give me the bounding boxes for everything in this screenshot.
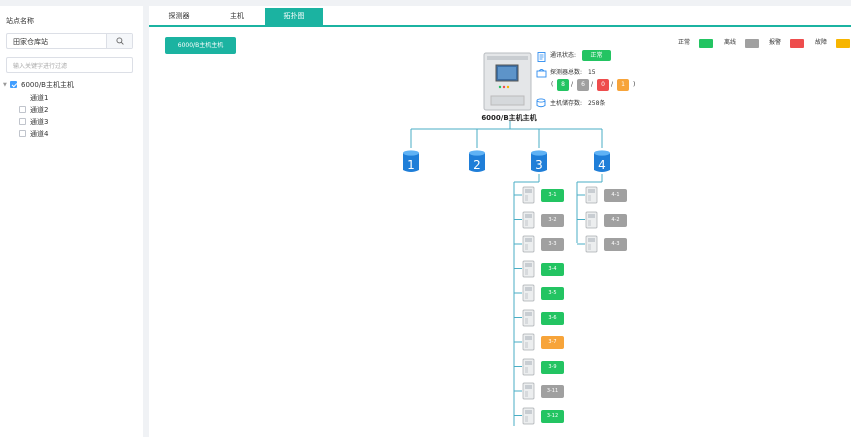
detector-node[interactable]: 3-6 <box>522 309 566 326</box>
detector-node[interactable]: 3-9 <box>522 358 566 375</box>
filter-input[interactable]: 输入关键字进行过滤 <box>6 57 133 73</box>
detector-device-icon <box>522 382 535 400</box>
detector-tag[interactable]: 4-2 <box>604 213 627 227</box>
search-icon <box>116 37 124 45</box>
detector-tag[interactable]: 3-12 <box>541 409 564 423</box>
channel-label: 3 <box>535 158 543 172</box>
channel-label: 4 <box>598 158 606 172</box>
detector-node[interactable]: 3-11 <box>522 382 566 400</box>
detector-node[interactable]: 3-7 <box>522 333 566 351</box>
detector-tag[interactable]: 3-4 <box>541 262 564 276</box>
detector-device-icon <box>585 186 598 204</box>
detector-device-icon <box>522 284 535 302</box>
station-select[interactable]: 田家仓库站 <box>6 33 133 49</box>
detector-node[interactable]: 3-1 <box>522 186 566 204</box>
tree-item-checkbox[interactable] <box>19 106 26 113</box>
left-panel: 站点名称 田家仓库站 输入关键字进行过滤 ▼ 6000/B主机主机 通道1 通道… <box>0 6 143 437</box>
detector-device-icon <box>585 211 598 228</box>
detector-tag[interactable]: 3-11 <box>541 385 564 398</box>
detector-tag[interactable]: 3-1 <box>541 189 564 202</box>
channel-3-icon[interactable]: 3 <box>531 150 547 172</box>
detector-device-icon <box>522 358 535 375</box>
channel-4-icon[interactable]: 4 <box>594 150 610 172</box>
tree-root-checkbox[interactable] <box>10 81 17 88</box>
detector-tag[interactable]: 3-7 <box>541 336 564 349</box>
tree-item-channel-1[interactable]: 通道1 <box>19 93 129 103</box>
channel-1-icon[interactable]: 1 <box>403 150 419 172</box>
detector-tag[interactable]: 3-3 <box>541 238 564 251</box>
tree-item-label: 通道3 <box>30 118 49 126</box>
topology-diagram: 1 2 3 4 <box>403 121 610 426</box>
station-search-button[interactable] <box>106 34 132 48</box>
detector-node[interactable]: 4-2 <box>585 211 629 228</box>
tree-item-channel-3[interactable]: 通道3 <box>19 117 129 127</box>
detector-device-icon <box>522 333 535 351</box>
tree-item-checkbox[interactable] <box>19 130 26 137</box>
caret-down-icon[interactable]: ▼ <box>3 80 7 90</box>
channel-2-icon[interactable]: 2 <box>469 150 485 172</box>
detector-device-icon <box>522 407 535 424</box>
channel-label: 2 <box>473 158 481 172</box>
detector-node[interactable]: 3-2 <box>522 211 566 228</box>
detector-device-icon <box>522 309 535 326</box>
detector-device-icon <box>522 211 535 228</box>
detector-tag[interactable]: 3-5 <box>541 287 564 300</box>
detector-tag[interactable]: 3-2 <box>541 213 564 227</box>
main-panel: 探测器 主机 拓扑图 6000/B主机主机 正常 离线 报警 故障 通讯状态: … <box>149 6 851 437</box>
tree-root[interactable]: ▼ 6000/B主机主机 <box>3 80 133 90</box>
detector-node[interactable]: 3-5 <box>522 284 566 302</box>
tree-item-label: 通道4 <box>30 130 49 138</box>
detector-tag[interactable]: 3-6 <box>541 311 564 325</box>
channel-label: 1 <box>407 158 415 172</box>
detector-node[interactable]: 3-12 <box>522 407 566 424</box>
tree-root-label: 6000/B主机主机 <box>21 81 74 89</box>
detector-node[interactable]: 4-1 <box>585 186 629 204</box>
detector-device-icon <box>522 260 535 277</box>
detector-device-icon <box>522 186 535 204</box>
detector-node[interactable]: 3-3 <box>522 235 566 253</box>
tree-item-label: 通道1 <box>30 94 49 102</box>
tree-item-checkbox[interactable] <box>19 118 26 125</box>
detector-tag[interactable]: 3-9 <box>541 360 564 374</box>
tree-item-channel-2[interactable]: 通道2 <box>19 105 129 115</box>
detector-node[interactable]: 3-4 <box>522 260 566 277</box>
detector-tag[interactable]: 4-1 <box>604 189 627 202</box>
detector-tag[interactable]: 4-3 <box>604 238 627 251</box>
station-name-label: 站点名称 <box>6 17 34 25</box>
tree-item-label: 通道2 <box>30 106 49 114</box>
tree-item-channel-4[interactable]: 通道4 <box>19 129 129 139</box>
detector-node[interactable]: 4-3 <box>585 235 629 253</box>
station-value: 田家仓库站 <box>13 38 48 46</box>
detector-device-icon <box>522 235 535 253</box>
detector-device-icon <box>585 235 598 253</box>
